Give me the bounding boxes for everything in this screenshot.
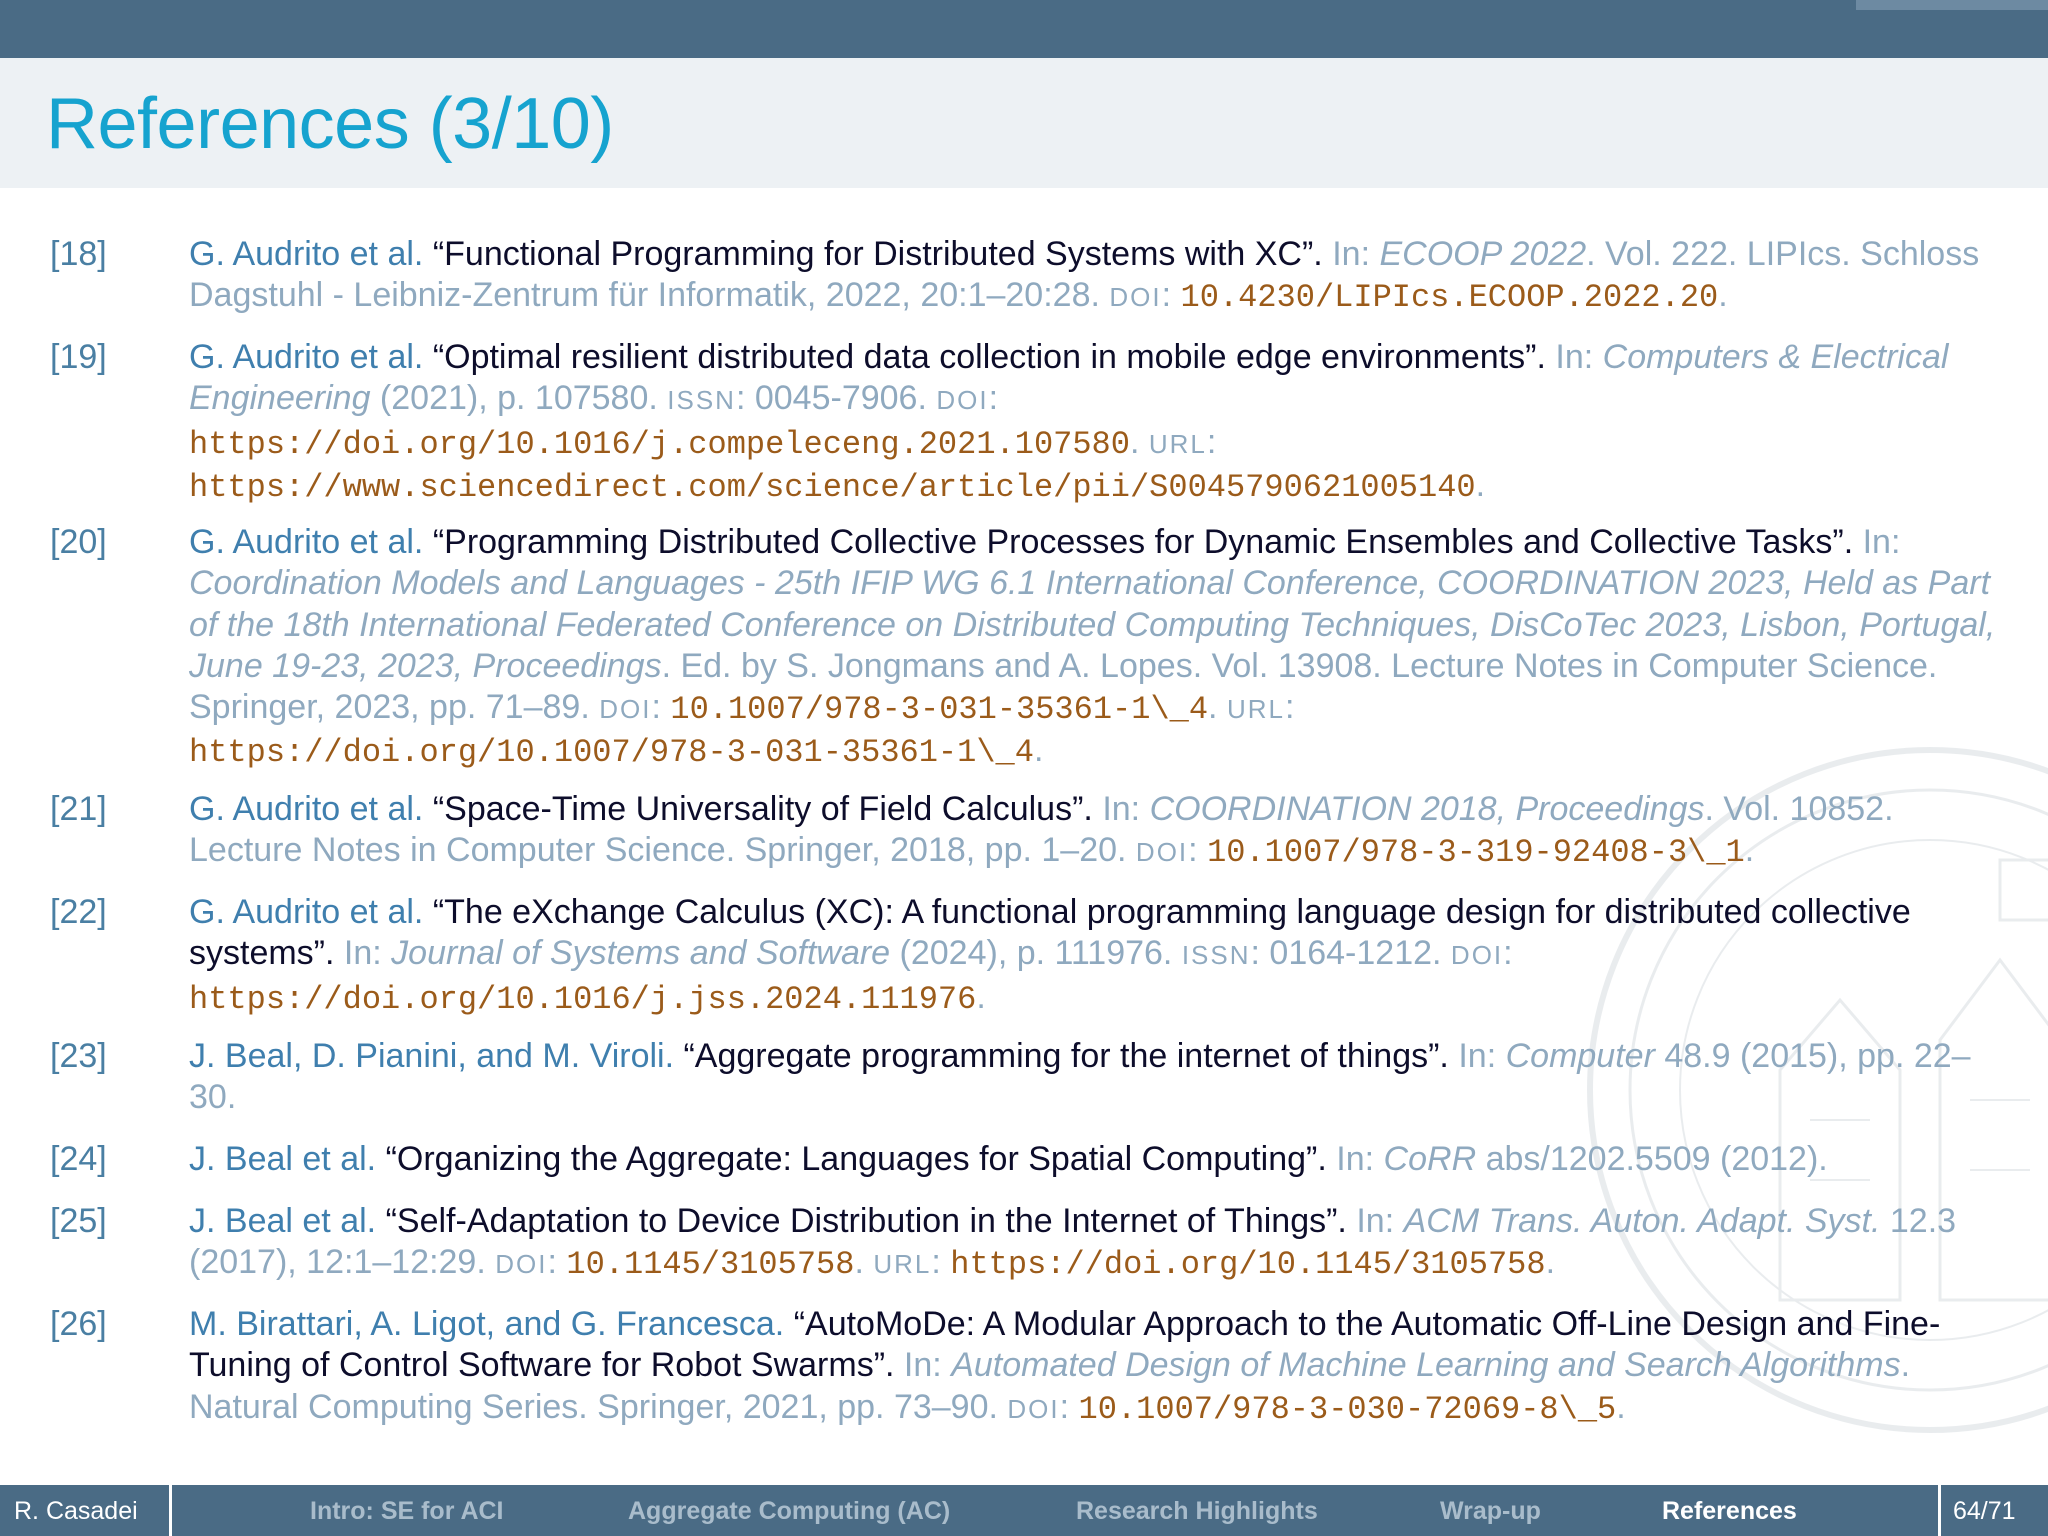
reference-text: G. Audrito et al. “The eXchange Calculus… <box>189 893 1911 1018</box>
reference-title: “Optimal resilient distributed data coll… <box>432 338 1546 376</box>
reference-venue: Automated Design of Machine Learning and… <box>951 1346 1901 1385</box>
reference-title: “Organizing the Aggregate: Languages for… <box>385 1140 1327 1178</box>
doi-label: DOI <box>936 385 989 416</box>
doi-label: DOI <box>1135 837 1189 868</box>
reference-number: [24] <box>50 1140 107 1178</box>
reference-title: “Self-Adaptation to Device Distribution … <box>385 1202 1347 1240</box>
doi-link[interactable]: 10.1007/978-3-031-35361-1\_4 <box>670 691 1208 728</box>
reference-venue: Computer <box>1505 1037 1655 1075</box>
reference-text: G. Audrito et al. “Optimal resilient dis… <box>189 338 1949 506</box>
reference-venue: COORDINATION 2018, Proceedings <box>1149 790 1705 828</box>
reference-authors: G. Audrito et al. <box>189 523 424 561</box>
footer-nav-research-highlights[interactable]: Research Highlights <box>1076 1497 1318 1526</box>
reference-details: abs/1202.5509 (2012). <box>1476 1140 1828 1178</box>
reference-authors: J. Beal et al. <box>189 1202 377 1240</box>
reference-authors: M. Birattari, A. Ligot, and G. Francesca… <box>189 1305 785 1343</box>
doi-link[interactable]: https://doi.org/10.1016/j.compeleceng.20… <box>189 426 1130 463</box>
in-label: In: <box>1862 523 1901 561</box>
footer-nav-wrap-up[interactable]: Wrap-up <box>1440 1497 1541 1526</box>
reference-authors: G. Audrito et al. <box>189 338 424 376</box>
reference-number: [18] <box>50 235 107 273</box>
issn-label: ISSN <box>667 385 736 416</box>
footer-bar: R. Casadei Intro: SE for ACI Aggregate C… <box>0 1485 2048 1536</box>
reference-authors: G. Audrito et al. <box>189 235 424 273</box>
doi-label: DOI <box>1450 940 1504 971</box>
in-label: In: <box>1356 1202 1395 1240</box>
reference-text: J. Beal et al. “Organizing the Aggregate… <box>189 1139 2009 1180</box>
reference-text: G. Audrito et al. “Programming Distribut… <box>189 523 1996 772</box>
doi-label: DOI <box>495 1249 548 1280</box>
reference-title: “Functional Programming for Distributed … <box>432 235 1323 273</box>
footer-nav-aggregate-computing[interactable]: Aggregate Computing (AC) <box>628 1497 950 1526</box>
reference-number: [26] <box>50 1305 107 1343</box>
url-label: URL <box>1226 694 1285 725</box>
in-label: In: <box>1102 790 1141 828</box>
reference-text: M. Birattari, A. Ligot, and G. Francesca… <box>189 1305 1941 1428</box>
doi-label: DOI <box>1109 282 1162 313</box>
reference-venue: CoRR <box>1383 1140 1477 1178</box>
url-link[interactable]: https://doi.org/10.1007/978-3-031-35361-… <box>189 734 1034 771</box>
page-number-label: 64/71 <box>1953 1497 2016 1525</box>
footer-nav-references[interactable]: References <box>1662 1497 1797 1526</box>
reference-authors: G. Audrito et al. <box>189 790 424 828</box>
reference-venue: ECOOP 2022 <box>1379 235 1587 273</box>
doi-link[interactable]: 10.1007/978-3-030-72069-8\_5 <box>1079 1391 1617 1428</box>
footer-page-number: 64/71 <box>1938 1485 2048 1536</box>
url-link[interactable]: https://www.sciencedirect.com/science/ar… <box>189 469 1476 506</box>
reference-details: (2024), p. 111976. <box>890 934 1173 973</box>
reference-text: G. Audrito et al. “Space-Time Universali… <box>189 790 1894 872</box>
url-label: URL <box>873 1249 932 1280</box>
reference-number: [21] <box>50 790 107 828</box>
footer-author: R. Casadei <box>0 1485 172 1536</box>
page-title: References (3/10) <box>46 84 614 164</box>
in-label: In: <box>343 934 382 973</box>
reference-number: [25] <box>50 1202 107 1240</box>
reference-title: “Space-Time Universality of Field Calcul… <box>432 790 1093 828</box>
doi-link[interactable]: https://doi.org/10.1016/j.jss.2024.11197… <box>189 981 976 1018</box>
reference-number: [23] <box>50 1037 107 1075</box>
in-label: In: <box>903 1346 942 1385</box>
doi-link[interactable]: 10.1145/3105758 <box>566 1246 854 1283</box>
reference-authors: J. Beal, D. Pianini, and M. Viroli. <box>189 1037 675 1075</box>
header-progress-accent <box>1856 0 2048 10</box>
reference-number: [19] <box>50 338 107 376</box>
reference-authors: G. Audrito et al. <box>189 893 424 931</box>
doi-link[interactable]: 10.4230/LIPIcs.ECOOP.2022.20 <box>1181 279 1719 316</box>
issn-value: 0045-7906. <box>754 379 927 418</box>
in-label: In: <box>1458 1037 1497 1075</box>
doi-label: DOI <box>1007 1393 1060 1424</box>
footer-author-label: R. Casadei <box>14 1497 138 1525</box>
reference-number: [20] <box>50 523 107 561</box>
in-label: In: <box>1555 338 1594 376</box>
in-label: In: <box>1336 1140 1375 1178</box>
reference-authors: J. Beal et al. <box>189 1140 377 1178</box>
reference-number: [22] <box>50 893 107 931</box>
in-label: In: <box>1332 235 1371 273</box>
reference-details: (2021), p. 107580. <box>370 379 658 418</box>
reference-venue: Journal of Systems and Software <box>391 934 891 973</box>
doi-label: DOI <box>599 694 652 725</box>
header-bar <box>0 0 2048 58</box>
doi-link[interactable]: 10.1007/978-3-319-92408-3\_1 <box>1207 834 1745 871</box>
footer-nav-intro[interactable]: Intro: SE for ACI <box>310 1497 504 1526</box>
reference-text: J. Beal, D. Pianini, and M. Viroli. “Agg… <box>189 1036 2009 1119</box>
issn-label: ISSN <box>1181 940 1251 971</box>
url-link[interactable]: https://doi.org/10.1145/3105758 <box>950 1246 1545 1283</box>
url-label: URL <box>1148 428 1207 459</box>
reference-venue: ACM Trans. Auton. Adapt. Syst. <box>1403 1202 1881 1240</box>
reference-text: J. Beal et al. “Self-Adaptation to Devic… <box>189 1202 1957 1284</box>
reference-title: “Aggregate programming for the internet … <box>683 1037 1449 1075</box>
issn-value: 0164-1212. <box>1269 934 1442 973</box>
reference-title: “Programming Distributed Collective Proc… <box>432 523 1854 561</box>
reference-text: G. Audrito et al. “Functional Programmin… <box>189 235 1980 317</box>
